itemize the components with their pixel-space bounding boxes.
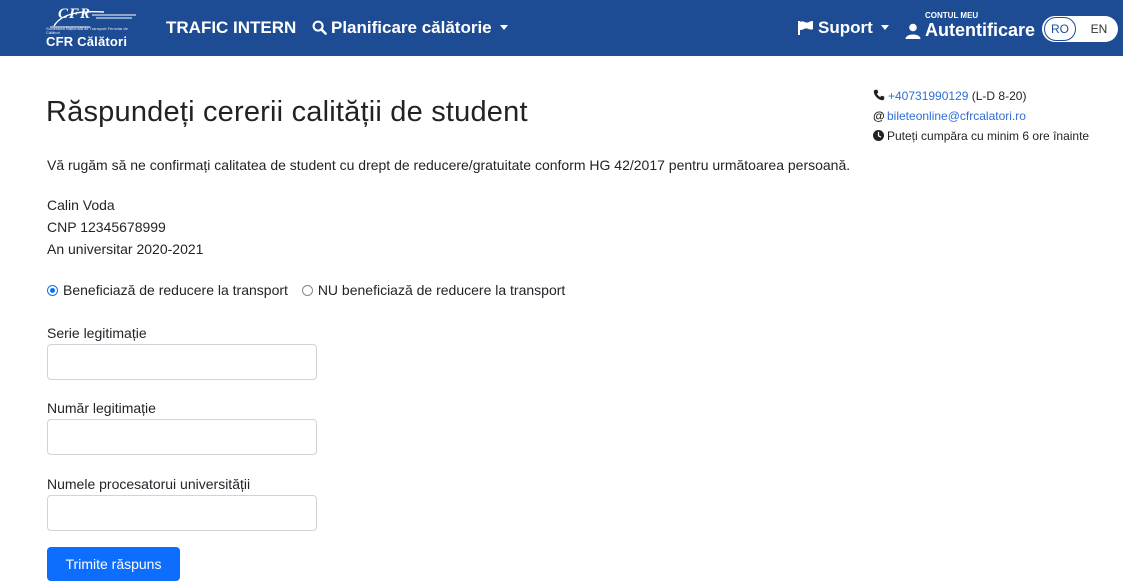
radio-beneficiaza-label: Beneficiază de reducere la transport (63, 282, 288, 298)
student-cnp: CNP 12345678999 (47, 219, 166, 235)
logo-name: CFR Călători (46, 34, 128, 49)
student-name: Calin Voda (47, 197, 115, 213)
at-icon: @ (873, 109, 885, 123)
radio-nu-beneficiaza-dot[interactable] (301, 285, 313, 296)
contact-phone-row: +40731990129 (L-D 8-20) (873, 86, 1089, 106)
numar-legitimatie-label: Număr legitimație (47, 400, 156, 416)
lang-ro-button[interactable]: RO (1044, 17, 1076, 41)
submit-response-button[interactable]: Trimite răspuns (47, 547, 180, 581)
intro-text: Vă rugăm să ne confirmați calitatea de s… (47, 157, 851, 173)
phone-link[interactable]: +40731990129 (888, 89, 968, 103)
contact-notice-row: Puteți cumpăra cu minim 6 ore înainte (873, 126, 1089, 146)
discount-radio-group: Beneficiază de reducere la transport NU … (47, 282, 575, 298)
flag-icon (798, 21, 813, 35)
page-title: Răspundeți cererii calității de student (46, 96, 528, 128)
contact-email-row: @ bileteonline@cfrcalatori.ro (873, 106, 1089, 126)
lang-en-button[interactable]: EN (1086, 16, 1112, 42)
chevron-down-icon (880, 25, 889, 30)
contact-info: +40731990129 (L-D 8-20) @ bileteonline@cf… (873, 86, 1089, 146)
radio-beneficiaza-dot[interactable] (47, 285, 58, 296)
login-link[interactable]: Autentificare (925, 20, 1035, 41)
nav-planificare-dropdown[interactable]: Planificare călătorie (312, 0, 508, 56)
nav-planificare-label: Planificare călătorie (331, 18, 492, 37)
phone-hours: (L-D 8-20) (971, 89, 1027, 103)
serie-legitimatie-label: Serie legitimație (47, 325, 147, 341)
cfr-calatori-logo[interactable]: CFR Societatea Națională de Transport Fe… (44, 6, 142, 50)
top-navbar: CFR Societatea Națională de Transport Fe… (0, 0, 1123, 56)
logo-mark: CFR (58, 6, 92, 22)
numar-legitimatie-input[interactable] (47, 419, 317, 455)
language-switch: RO EN (1042, 16, 1118, 42)
procesator-universitate-input[interactable] (47, 495, 317, 531)
student-academic-year: An universitar 2020-2021 (47, 241, 204, 257)
radio-beneficiaza[interactable]: Beneficiază de reducere la transport (47, 282, 288, 298)
purchase-notice: Puteți cumpăra cu minim 6 ore înainte (887, 129, 1090, 143)
nav-trafic-intern[interactable]: TRAFIC INTERN (166, 0, 296, 56)
search-icon (312, 20, 327, 35)
chevron-down-icon (499, 25, 508, 30)
procesator-universitate-label: Numele procesatorui universității (47, 476, 251, 492)
clock-icon (873, 130, 884, 141)
phone-icon (873, 89, 885, 101)
account-caption: CONTUL MEU (925, 11, 979, 20)
nav-suport-label: Suport (818, 18, 873, 37)
user-icon (905, 23, 921, 39)
radio-nu-beneficiaza-label: NU beneficiază de reducere la transport (317, 282, 566, 298)
radio-nu-beneficiaza[interactable]: NU beneficiază de reducere la transport (301, 282, 566, 298)
nav-suport-dropdown[interactable]: Suport (797, 0, 889, 56)
email-link[interactable]: bileteonline@cfrcalatori.ro (887, 109, 1026, 123)
student-info: Calin Voda CNP 12345678999 An universita… (47, 194, 203, 260)
serie-legitimatie-input[interactable] (47, 344, 317, 380)
